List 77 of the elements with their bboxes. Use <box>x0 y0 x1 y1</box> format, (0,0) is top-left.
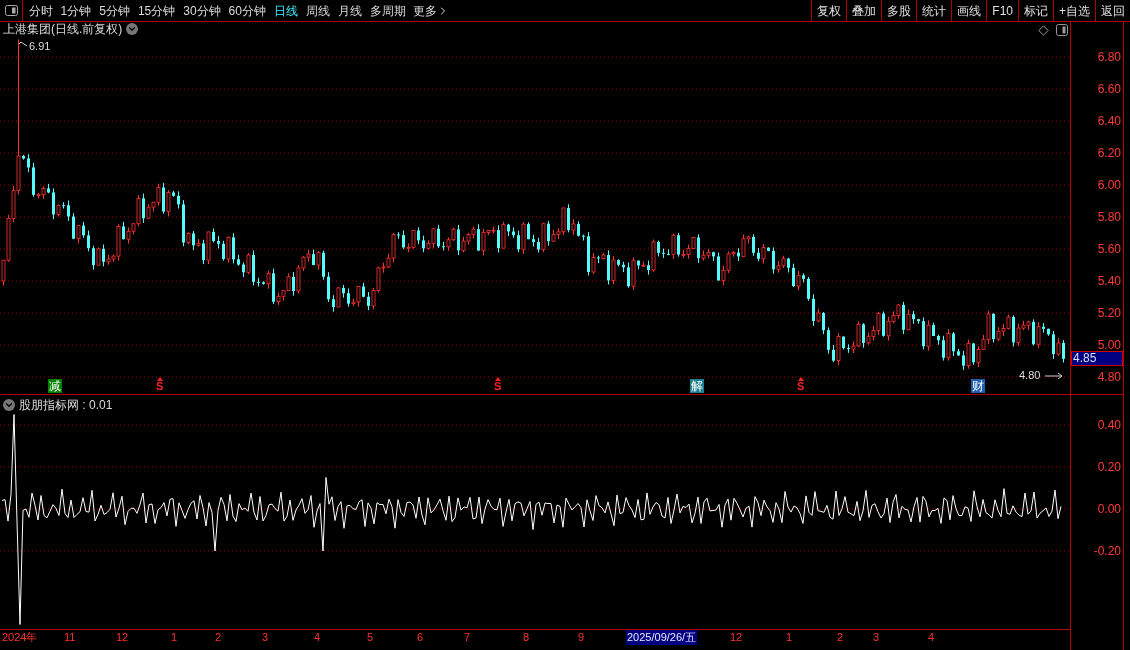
toolbar-button[interactable]: 画线 <box>951 0 987 21</box>
period-tab[interactable]: 5分钟 <box>95 0 134 21</box>
time-axis-label: 6 <box>417 630 424 645</box>
dropdown-icon[interactable] <box>126 23 139 35</box>
price-axis-label: 5.00 <box>1097 338 1121 352</box>
indicator-title: 股朋指标网 : 0.01 <box>19 397 113 414</box>
toolbar-button[interactable]: 标记 <box>1018 0 1053 21</box>
sell-signal[interactable]: S <box>494 377 502 392</box>
time-axis-label: 9 <box>578 630 585 645</box>
caret-up-icon <box>797 377 804 381</box>
toolbar-button[interactable]: 叠加 <box>846 0 882 21</box>
toolbar-button[interactable]: F10 <box>986 0 1018 21</box>
signal-letter: S <box>494 381 502 392</box>
panel-toggle-icon[interactable] <box>1056 24 1068 36</box>
time-axis-label: 1 <box>171 630 178 645</box>
time-axis-label: 7 <box>464 630 471 645</box>
signal-letter: S <box>156 381 164 392</box>
signal-letter: S <box>797 381 805 392</box>
period-tab[interactable]: 分时 <box>25 0 56 21</box>
period-tab[interactable]: 1分钟 <box>57 0 95 21</box>
period-tab[interactable]: 15分钟 <box>134 0 179 21</box>
time-axis-label: 11 <box>64 630 76 645</box>
event-tag[interactable]: 财 <box>971 379 985 393</box>
time-axis-label: 3 <box>873 630 880 645</box>
price-axis-label: 6.60 <box>1097 82 1121 96</box>
leader-line <box>18 41 28 47</box>
low-price-label: 4.80 <box>1019 370 1041 381</box>
period-tab[interactable]: 60分钟 <box>225 0 270 21</box>
period-tab[interactable]: 日线 <box>270 0 302 21</box>
indicator-axis-label: 0.40 <box>1097 418 1121 432</box>
leader-line <box>1044 372 1063 380</box>
toolbar-button[interactable]: 返回 <box>1095 0 1130 21</box>
time-axis-label: 12 <box>730 630 743 645</box>
more-menu-button[interactable]: 更多 <box>410 0 453 21</box>
price-axis-label: 6.80 <box>1097 50 1121 64</box>
price-axis-label: 5.40 <box>1097 274 1121 288</box>
price-axis-label: 6.20 <box>1097 146 1121 160</box>
time-axis-label: 5 <box>367 630 374 645</box>
time-axis-label: 2 <box>837 630 844 645</box>
price-axis-label: 6.40 <box>1097 114 1121 128</box>
price-axis-label: 6.00 <box>1097 178 1121 192</box>
sidebar-toggle-icon[interactable] <box>4 5 18 16</box>
time-axis-label: 4 <box>928 630 935 645</box>
indicator-axis-label: -0.20 <box>1093 544 1121 558</box>
time-axis-label: 1 <box>786 630 793 645</box>
price-axis-label: 4.80 <box>1097 370 1121 384</box>
price-axis-label: 5.80 <box>1097 210 1121 224</box>
time-axis-label: 12 <box>116 630 129 645</box>
period-tab[interactable]: 多周期 <box>366 0 410 21</box>
caret-up-icon <box>156 377 163 381</box>
indicator-axis-label: 0.20 <box>1097 460 1121 474</box>
time-axis-label: 8 <box>523 630 530 645</box>
high-price-label: 6.91 <box>29 41 51 52</box>
period-tab[interactable]: 周线 <box>302 0 334 21</box>
time-axis-label: 2025/09/26/五 <box>626 630 698 645</box>
sell-signal[interactable]: S <box>156 377 164 392</box>
time-axis-label: 2024年 <box>2 630 38 645</box>
diamond-icon[interactable] <box>1038 25 1049 36</box>
price-axis-label: 5.20 <box>1097 306 1121 320</box>
toolbar-button[interactable]: 统计 <box>916 0 952 21</box>
price-axis-label: 5.60 <box>1097 242 1121 256</box>
current-price-box: 4.85 <box>1071 351 1123 366</box>
time-axis-label: 2 <box>215 630 222 645</box>
indicator-axis-label: 0.00 <box>1097 502 1121 516</box>
time-axis-label: 3 <box>262 630 269 645</box>
period-tab[interactable]: 月线 <box>334 0 366 21</box>
period-tab[interactable]: 30分钟 <box>179 0 225 21</box>
collapse-icon[interactable] <box>3 399 15 411</box>
caret-up-icon <box>494 377 501 381</box>
time-axis-label: 4 <box>314 630 321 645</box>
toolbar-button[interactable]: 多股 <box>881 0 917 21</box>
event-tag[interactable]: 解 <box>690 379 704 393</box>
chart-title: 上港集团(日线.前复权) <box>3 22 123 36</box>
sell-signal[interactable]: S <box>797 377 805 392</box>
event-tag[interactable]: 减 <box>48 379 62 393</box>
toolbar-button[interactable]: 复权 <box>811 0 847 21</box>
toolbar-button[interactable]: +自选 <box>1053 0 1095 21</box>
